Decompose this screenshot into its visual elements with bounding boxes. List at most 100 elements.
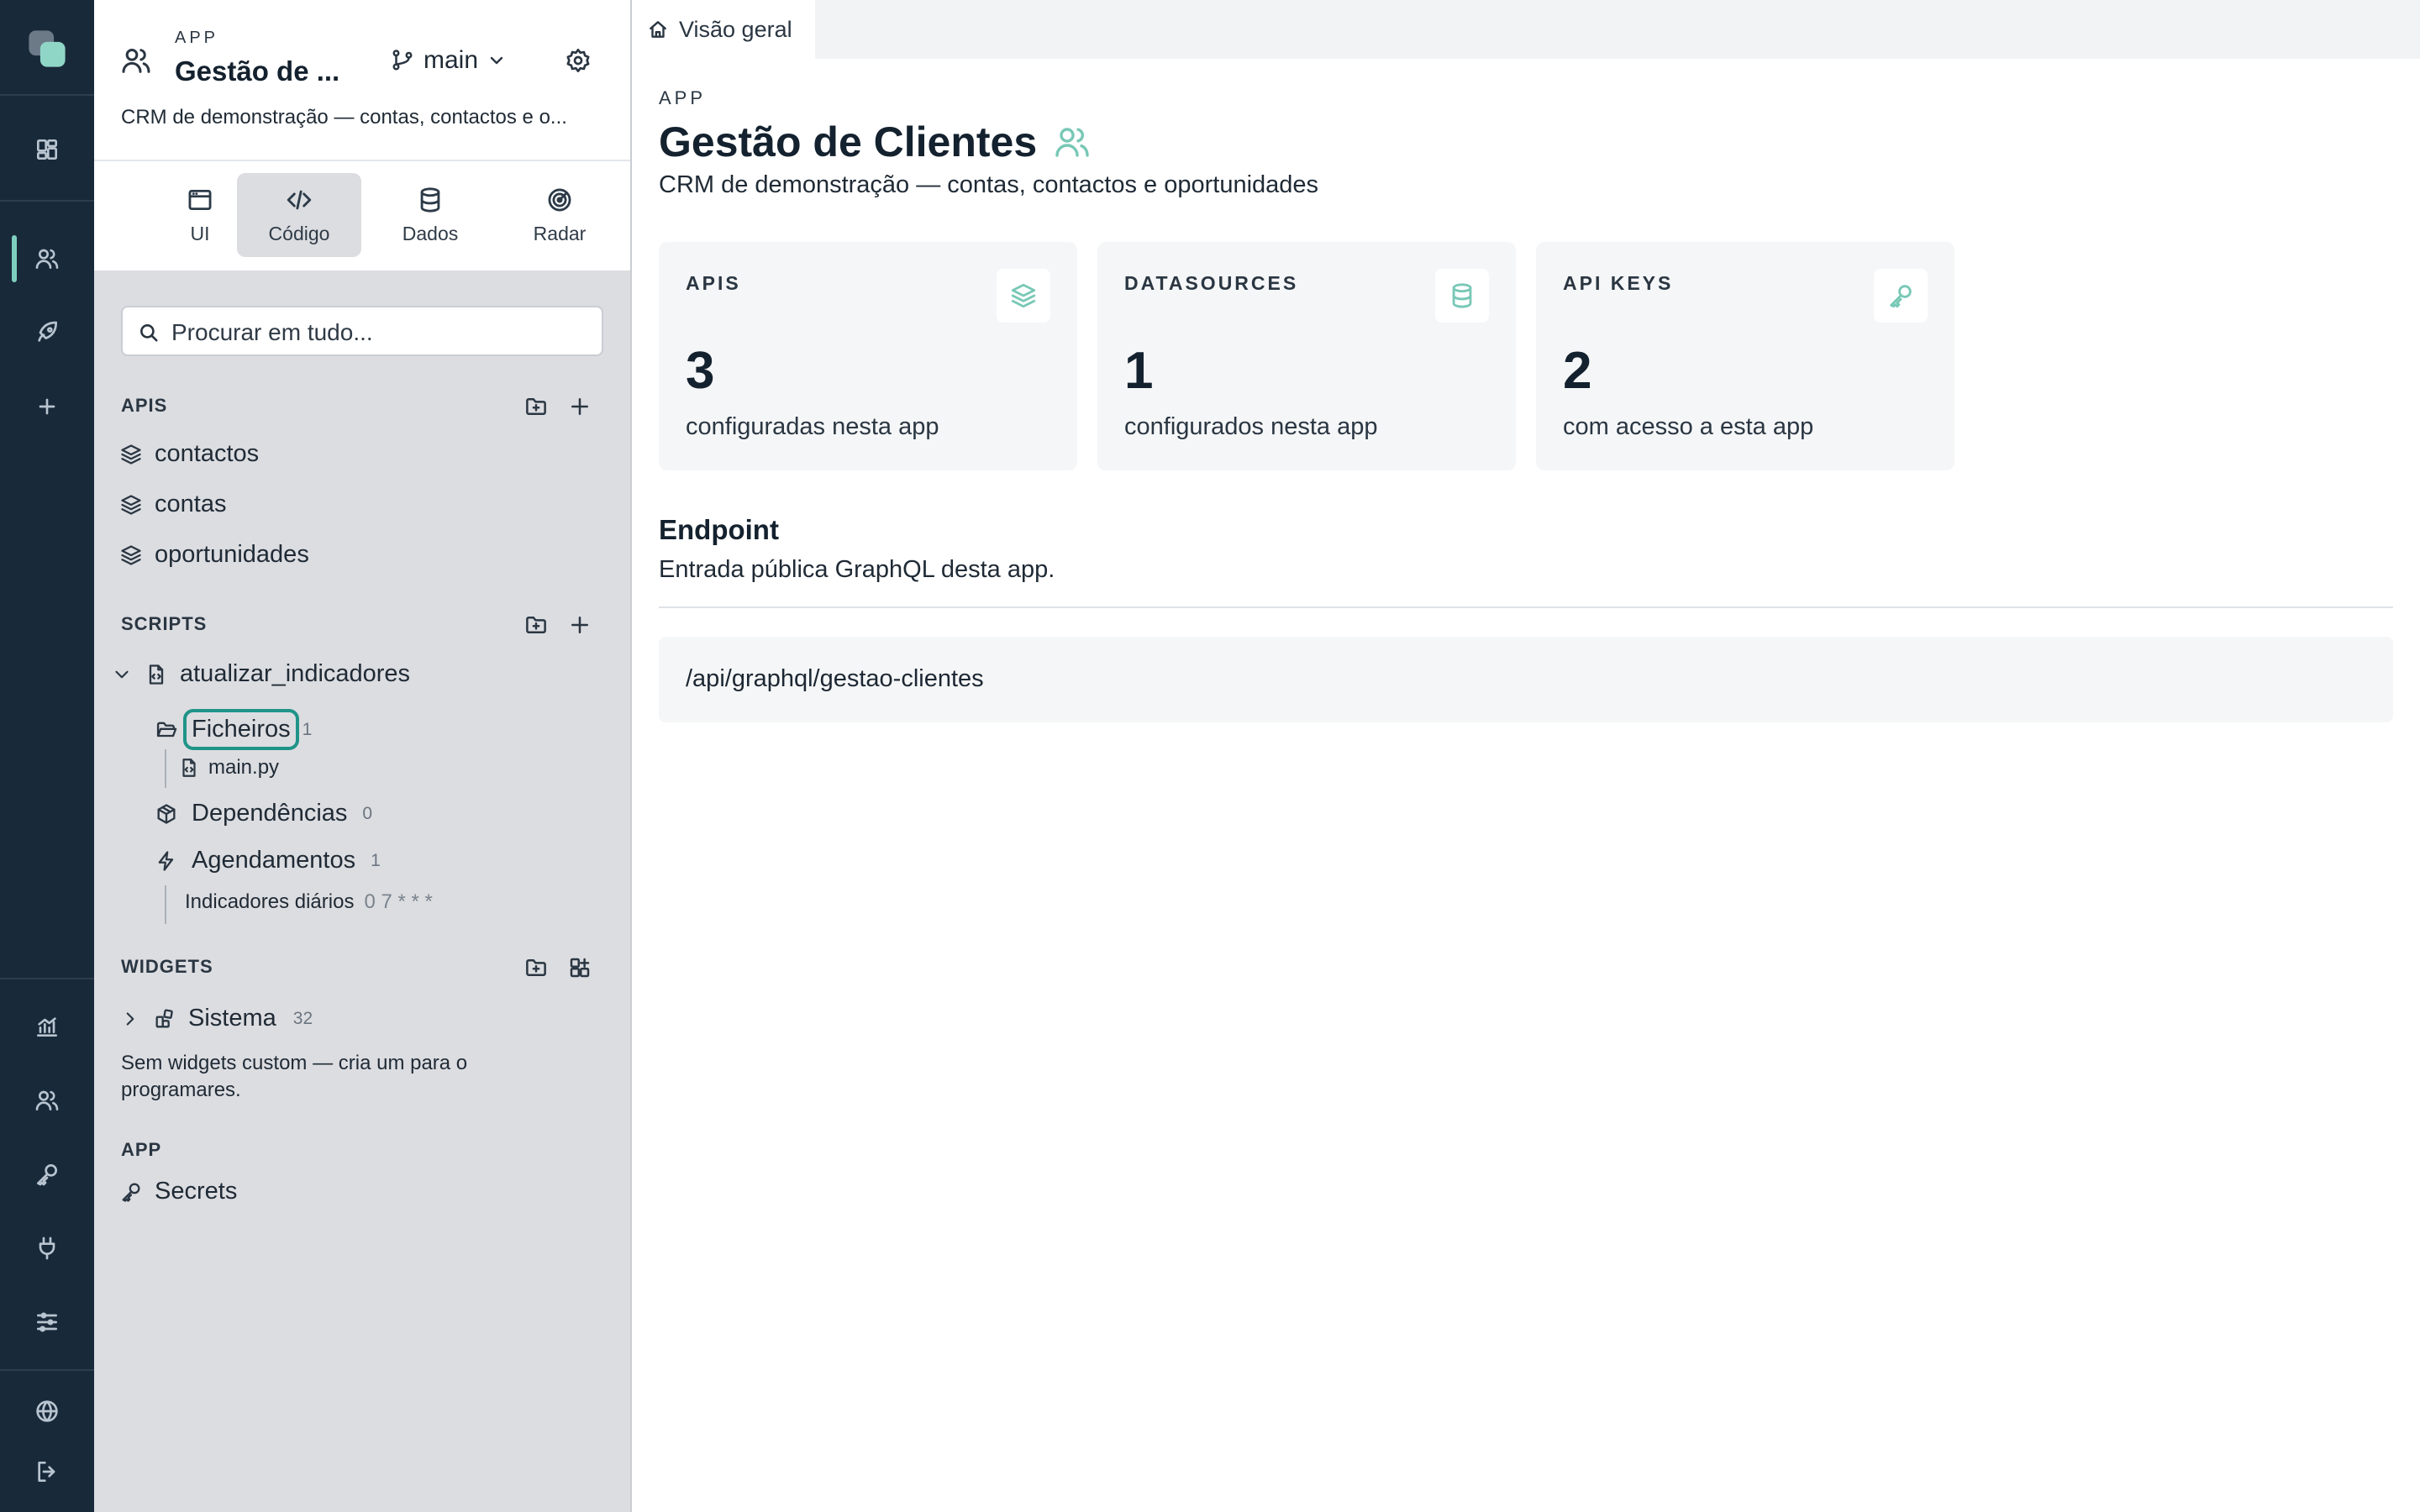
- search-icon: [140, 324, 158, 342]
- main-kicker: APP: [659, 87, 707, 108]
- app-users-icon: [119, 44, 153, 77]
- tab-overview-label: Visão geral: [679, 16, 792, 42]
- schedules-count: 1: [371, 850, 381, 870]
- widgets-section-title: WIDGETS: [121, 956, 213, 977]
- users-icon: [1055, 128, 1089, 157]
- stat-card-caption: configurados nesta app: [1124, 413, 1378, 440]
- key-icon[interactable]: [0, 1144, 94, 1205]
- tab-overview[interactable]: Visão geral: [632, 0, 815, 59]
- files-count: 1: [302, 719, 313, 739]
- endpoint-url-box[interactable]: /api/graphql/gestao-clientes: [659, 637, 2393, 722]
- folder-plus-icon: [526, 617, 546, 633]
- stat-card-caption: configuradas nesta app: [686, 413, 939, 440]
- layers-icon: [121, 444, 141, 465]
- editor-tab-bar: [632, 0, 2420, 59]
- stat-card-apis[interactable]: APIS 3 configuradas nesta app: [659, 242, 1077, 470]
- files-folder-label: Ficheiros: [183, 709, 299, 750]
- stat-card-api-keys[interactable]: API KEYS 2 com acesso a esta app: [1536, 242, 1954, 470]
- bolt-icon: [158, 850, 174, 871]
- chevron-right-icon: [126, 1011, 134, 1026]
- chart-icon[interactable]: [0, 996, 94, 1057]
- secrets-label: Secrets: [155, 1178, 238, 1205]
- api-item-label: oportunidades: [155, 541, 309, 568]
- scripts-section-title: SCRIPTS: [121, 613, 208, 634]
- endpoint-url: /api/graphql/gestao-clientes: [686, 665, 984, 692]
- code-icon: [287, 190, 312, 209]
- database-icon: [420, 186, 440, 213]
- script-name: atualizar_indicadores: [180, 660, 411, 687]
- git-branch-icon: [392, 50, 413, 71]
- stat-card-title: API KEYS: [1563, 272, 1674, 294]
- tab-data[interactable]: Dados: [368, 173, 492, 257]
- branch-name: main: [424, 46, 479, 74]
- api-item-contactos[interactable]: contactos: [119, 440, 259, 468]
- add-api-button[interactable]: [565, 391, 595, 422]
- dependencies-label: Dependências: [192, 800, 348, 827]
- schedule-cron: 0 7 * * *: [364, 890, 433, 913]
- widget-group-label: Sistema: [188, 1005, 276, 1032]
- radar-icon: [548, 188, 571, 211]
- widgets-empty-text: Sem widgets custom — cria um para o prog…: [121, 1052, 468, 1101]
- plug-icon[interactable]: [0, 1218, 94, 1278]
- api-item-label: contas: [155, 491, 227, 517]
- rocket-icon[interactable]: [0, 302, 94, 363]
- add-script-button[interactable]: [565, 610, 595, 640]
- schedule-item[interactable]: Indicadores diários 0 7 * * *: [185, 890, 433, 914]
- stat-card-value: 2: [1563, 342, 1592, 400]
- endpoint-title: Endpoint: [659, 514, 779, 545]
- page-title: Gestão de Clientes: [659, 118, 1038, 165]
- logout-icon[interactable]: [0, 1441, 94, 1502]
- tab-code[interactable]: Código: [237, 173, 361, 257]
- schedules-item[interactable]: Agendamentos 1: [155, 847, 381, 874]
- package-icon: [157, 803, 176, 824]
- code-file-icon: [182, 759, 196, 777]
- app-logo-icon[interactable]: [0, 18, 94, 79]
- app-name: Gestão de ...: [175, 55, 340, 87]
- widget-group-sistema[interactable]: Sistema 32: [119, 1005, 313, 1032]
- secrets-item[interactable]: Secrets: [119, 1178, 237, 1205]
- schedules-label: Agendamentos: [192, 847, 356, 874]
- search-input[interactable]: Procurar em tudo...: [121, 306, 603, 356]
- folder-plus-icon: [526, 959, 546, 976]
- plus-icon[interactable]: [0, 376, 94, 437]
- tab-data-label: Dados: [402, 222, 459, 244]
- tab-radar[interactable]: Radar: [497, 173, 622, 257]
- files-folder[interactable]: Ficheiros 1: [155, 709, 312, 750]
- stat-card-datasources[interactable]: DATASOURCES 1 configurados nesta app: [1097, 242, 1516, 470]
- new-widget-folder-button[interactable]: [521, 953, 551, 983]
- users-icon[interactable]: [0, 228, 94, 289]
- sliders-icon[interactable]: [0, 1292, 94, 1352]
- add-widget-button[interactable]: [565, 953, 595, 983]
- branch-selector[interactable]: main: [390, 42, 507, 79]
- dependencies-item[interactable]: Dependências 0: [155, 800, 372, 827]
- gear-icon: [566, 49, 590, 72]
- endpoint-divider: [659, 606, 2393, 608]
- app-section-title: APP: [121, 1139, 162, 1160]
- api-item-contas[interactable]: contas: [119, 491, 226, 518]
- new-script-folder-button[interactable]: [521, 610, 551, 640]
- app-kicker: APP: [175, 29, 219, 47]
- widget-group-count: 32: [292, 1008, 313, 1028]
- stat-card-value: 3: [686, 342, 715, 400]
- new-api-folder-button[interactable]: [521, 391, 551, 422]
- team-icon[interactable]: [0, 1070, 94, 1131]
- tab-ui-label: UI: [190, 222, 210, 244]
- folder-open-icon: [156, 722, 177, 737]
- app-settings-button[interactable]: [560, 42, 597, 79]
- page-title-row: Gestão de Clientes: [659, 116, 1092, 168]
- plus-icon: [571, 398, 588, 415]
- file-name: main.py: [208, 756, 280, 779]
- file-item-main-py[interactable]: main.py: [178, 756, 279, 780]
- script-item-atualizar-indicadores[interactable]: atualizar_indicadores: [111, 660, 410, 688]
- api-item-oportunidades[interactable]: oportunidades: [119, 541, 309, 569]
- dashboard-icon[interactable]: [0, 119, 94, 180]
- stat-card-caption: com acesso a esta app: [1563, 413, 1814, 440]
- dependencies-count: 0: [362, 803, 373, 823]
- stat-card-title: DATASOURCES: [1124, 272, 1299, 294]
- chevron-down-icon: [115, 670, 129, 678]
- sidebar-header: APP Gestão de ... main CRM de demonstraç…: [94, 0, 630, 270]
- globe-icon[interactable]: [0, 1381, 94, 1441]
- apis-section-title: APIS: [121, 395, 168, 416]
- folder-plus-icon: [526, 398, 546, 415]
- sidebar: APP Gestão de ... main CRM de demonstraç…: [94, 0, 632, 1512]
